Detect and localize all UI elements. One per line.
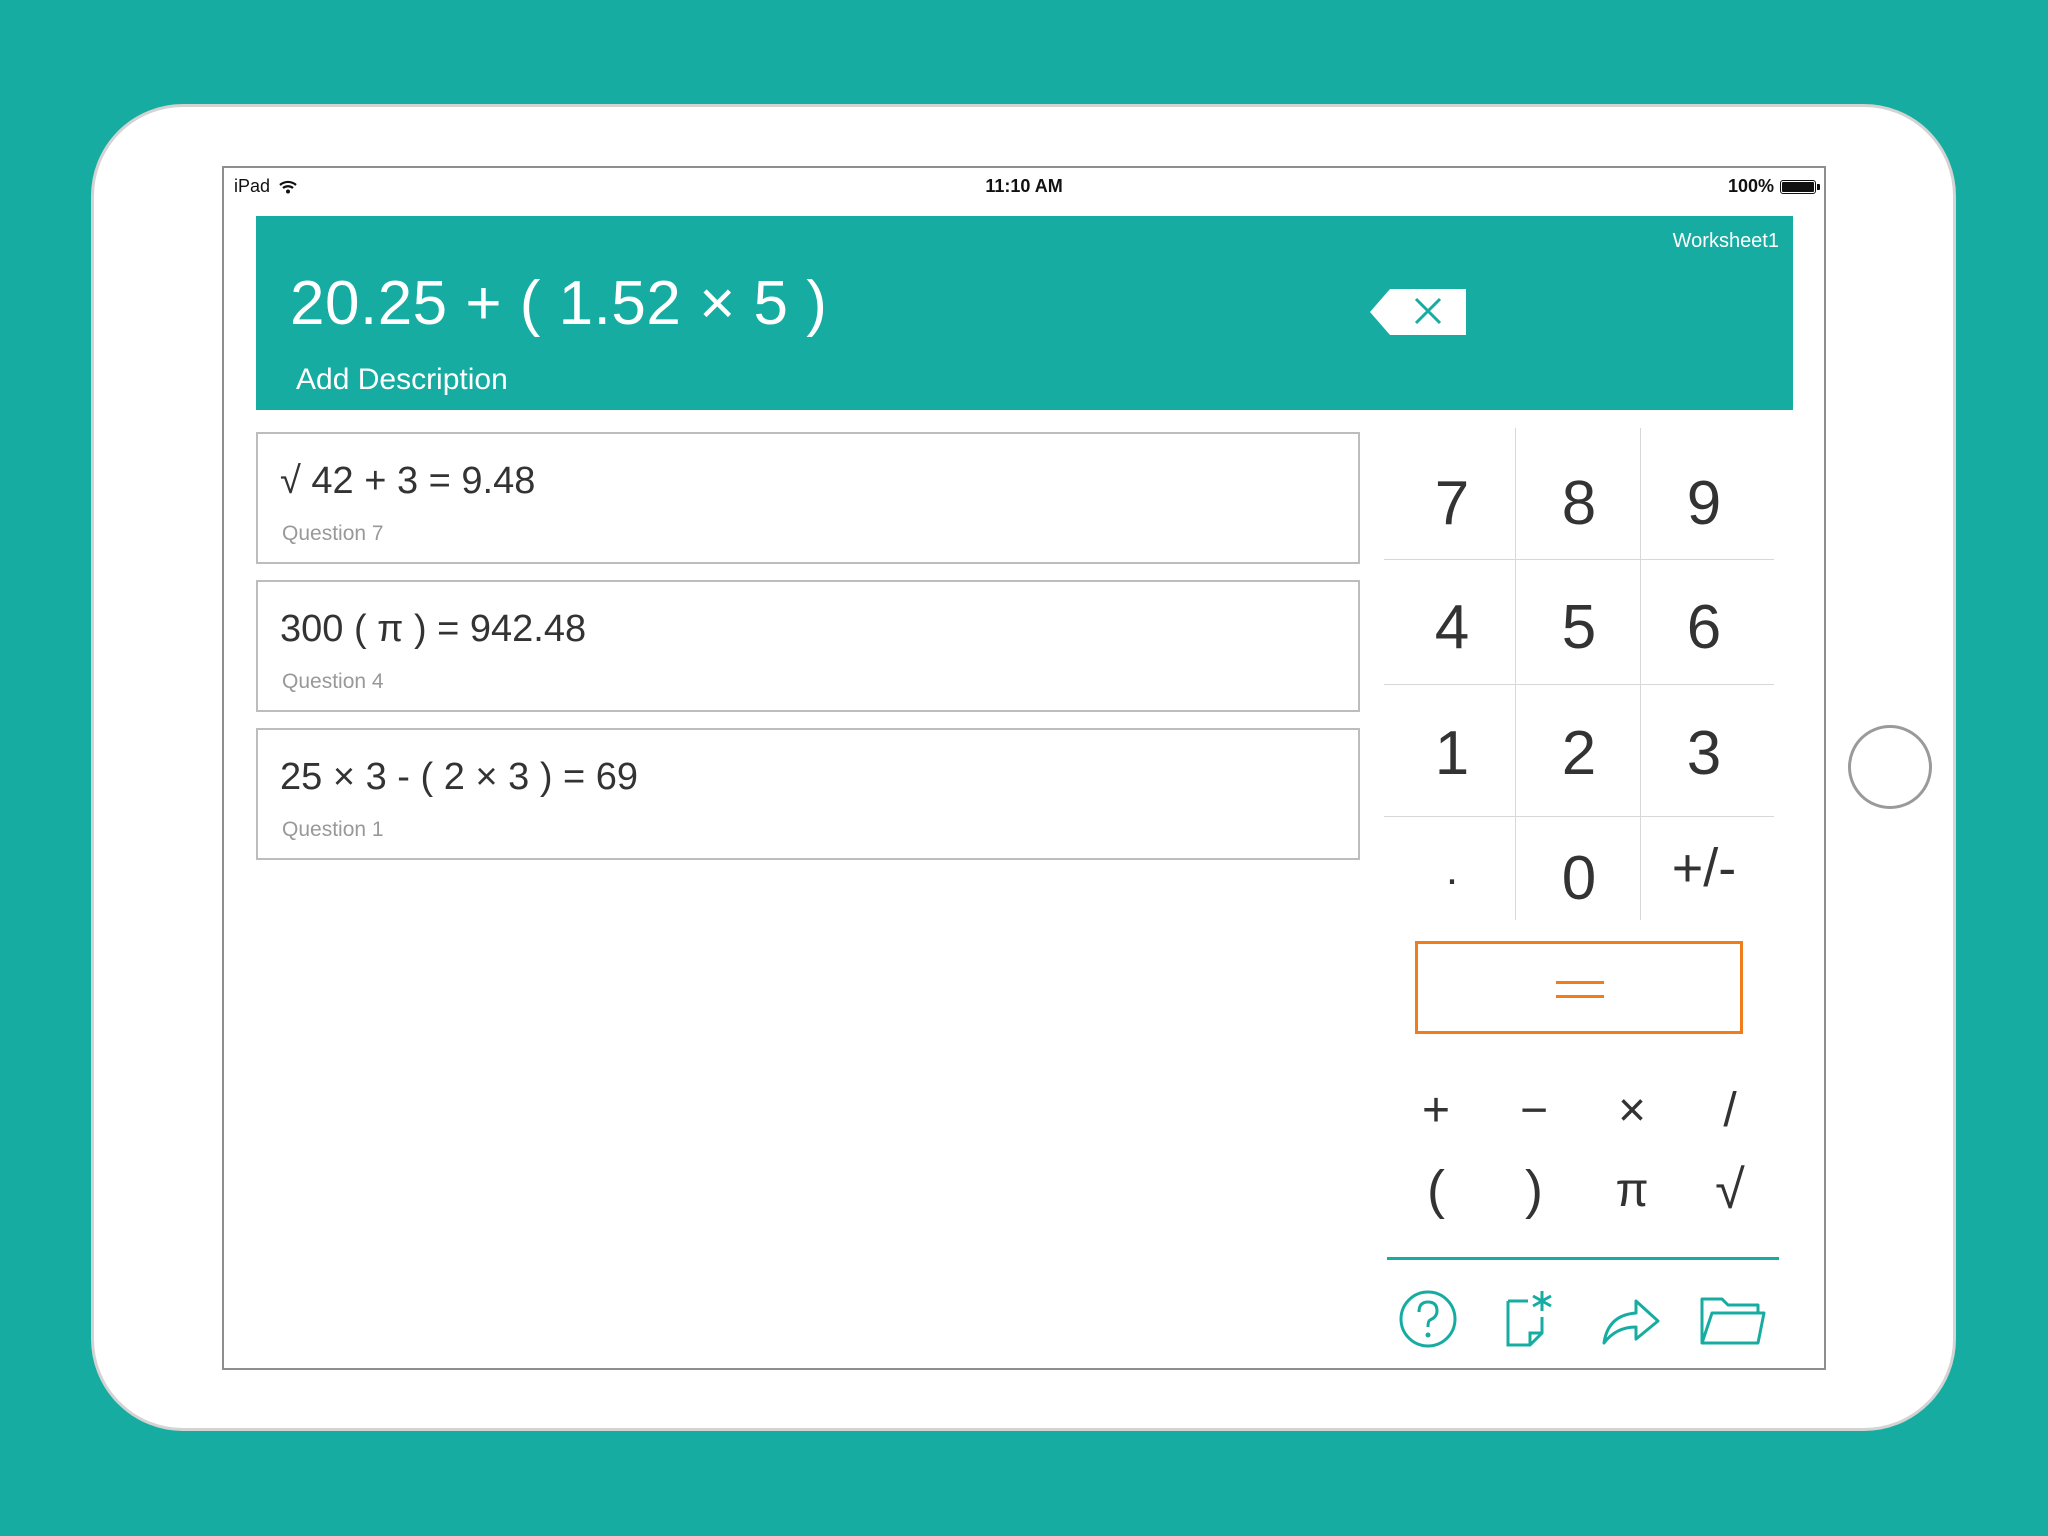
key-1[interactable]: 1 <box>1389 698 1515 808</box>
op-minus[interactable]: − <box>1494 1070 1574 1150</box>
key-0[interactable]: 0 <box>1516 828 1642 928</box>
op-sqrt[interactable]: √ <box>1690 1150 1770 1230</box>
battery-percent: 100% <box>1727 176 1774 196</box>
history-expression: 300 ( π ) = 942.48 <box>280 608 587 650</box>
help-icon[interactable] <box>1392 1283 1464 1355</box>
history-card[interactable]: 25 × 3 - ( 2 × 3 ) = 69 Question 1 <box>256 728 1360 860</box>
keypad-divider <box>1384 684 1774 685</box>
op-multiply[interactable]: × <box>1592 1070 1672 1150</box>
battery-icon <box>1780 179 1820 194</box>
key-7[interactable]: 7 <box>1389 448 1515 558</box>
op-divide[interactable]: / <box>1690 1070 1770 1150</box>
number-keypad: 7 8 9 4 5 6 1 2 3 . 0 +/- <box>1384 428 1774 920</box>
op-close-paren[interactable]: ) <box>1494 1150 1574 1230</box>
operator-pad: + − × / ( ) π √ <box>1384 1068 1794 1258</box>
keypad-divider <box>1384 816 1774 817</box>
key-6[interactable]: 6 <box>1641 572 1767 682</box>
history-label: Question 4 <box>282 670 384 693</box>
key-2[interactable]: 2 <box>1516 698 1642 808</box>
add-description-field[interactable]: Add Description <box>296 363 508 397</box>
key-5[interactable]: 5 <box>1516 572 1642 682</box>
toolbar-divider <box>1387 1257 1779 1260</box>
history-card[interactable]: √ 42 + 3 = 9.48 Question 7 <box>256 432 1360 564</box>
expression-header: Worksheet1 20.25 + ( 1.52 × 5 ) Add Desc… <box>256 216 1793 410</box>
equals-icon <box>1556 981 1604 984</box>
keypad-divider <box>1384 559 1774 560</box>
key-9[interactable]: 9 <box>1641 448 1767 558</box>
app-screen: iPad 11:10 AM 100% Worksheet1 20.25 + ( … <box>222 166 1826 1370</box>
share-icon[interactable] <box>1594 1283 1666 1355</box>
key-4[interactable]: 4 <box>1389 572 1515 682</box>
history-expression: 25 × 3 - ( 2 × 3 ) = 69 <box>280 756 639 798</box>
key-3[interactable]: 3 <box>1641 698 1767 808</box>
equals-button[interactable] <box>1415 941 1743 1034</box>
key-decimal[interactable]: . <box>1389 820 1515 920</box>
new-sheet-icon[interactable] <box>1492 1283 1564 1355</box>
folder-icon[interactable] <box>1696 1283 1768 1355</box>
worksheet-name[interactable]: Worksheet1 <box>1673 230 1779 253</box>
key-plus-minus[interactable]: +/- <box>1641 818 1767 918</box>
history-label: Question 7 <box>282 522 384 545</box>
clock: 11:10 AM <box>985 176 1063 196</box>
backspace-icon[interactable] <box>1370 289 1468 335</box>
equals-icon <box>1556 995 1604 998</box>
history-list: √ 42 + 3 = 9.48 Question 7 300 ( π ) = 9… <box>256 432 1360 876</box>
history-expression: √ 42 + 3 = 9.48 <box>280 460 536 502</box>
history-card[interactable]: 300 ( π ) = 942.48 Question 4 <box>256 580 1360 712</box>
history-label: Question 1 <box>282 818 384 841</box>
op-pi[interactable]: π <box>1592 1150 1672 1230</box>
key-8[interactable]: 8 <box>1516 448 1642 558</box>
status-bar: iPad 11:10 AM 100% <box>224 168 1824 206</box>
home-button[interactable] <box>1848 725 1932 809</box>
current-expression: 20.25 + ( 1.52 × 5 ) <box>290 269 828 338</box>
op-open-paren[interactable]: ( <box>1396 1150 1476 1230</box>
op-plus[interactable]: + <box>1396 1070 1476 1150</box>
